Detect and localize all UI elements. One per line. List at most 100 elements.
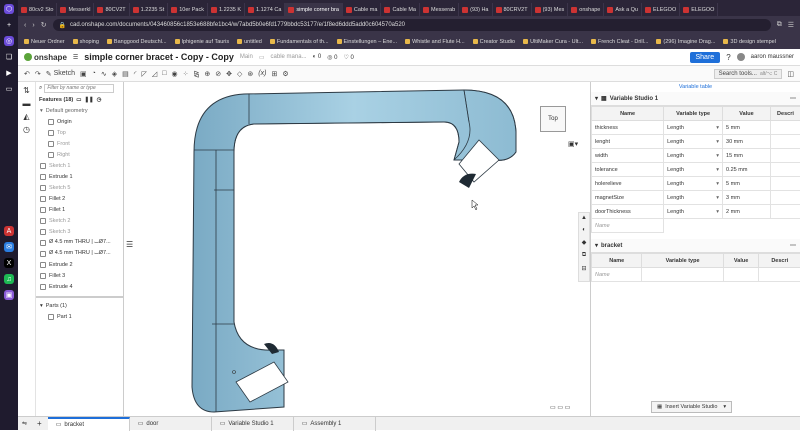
variable-value-cell[interactable]: 2 mm <box>723 205 771 219</box>
comments-count[interactable]: ◐ 0 <box>313 54 322 60</box>
feature-item[interactable]: Sketch 3 <box>36 226 123 237</box>
feature-item[interactable]: Fillet 3 <box>36 270 123 281</box>
add-tab-icon[interactable]: + <box>31 419 48 428</box>
variable-type-cell[interactable]: Length▾ <box>664 135 723 149</box>
bookmark-item[interactable]: Iphigenie auf Tauris <box>175 39 230 45</box>
more-options-icon[interactable]: ⋯ <box>790 242 796 249</box>
mirror-icon[interactable]: ⧎ <box>194 70 200 78</box>
variable-value-cell[interactable]: 0.25 mm <box>723 163 771 177</box>
browser-tab[interactable]: ELEGOO <box>642 3 680 16</box>
compass-icon[interactable]: ◎ <box>4 36 14 46</box>
bookmark-item[interactable]: UltiMaker Cura - Ult... <box>523 39 583 45</box>
document-tab[interactable]: ▭Variable Studio 1 <box>212 417 294 431</box>
material-icon[interactable]: ◐ <box>579 227 589 233</box>
browser-tab[interactable]: Ask a Qu <box>604 3 642 16</box>
transform-icon[interactable]: ✥ <box>226 70 232 78</box>
browser-tab[interactable]: 10er Pack <box>168 3 208 16</box>
hexagon-logo-icon[interactable]: ⬡ <box>4 4 14 14</box>
split-icon[interactable]: ⊘ <box>215 70 221 78</box>
comment-icon[interactable]: ▬ <box>18 99 35 108</box>
appearance-icon[interactable]: ▲ <box>579 215 589 221</box>
chevron-down-icon[interactable]: ▾ <box>716 139 719 145</box>
url-field[interactable]: 🔒 cad.onshape.com/documents/043460856c18… <box>53 19 771 31</box>
part-item[interactable]: Part 1 <box>36 311 123 322</box>
breadcrumb[interactable]: cable mana... <box>271 54 307 60</box>
browser-tab[interactable]: 80CRV2T <box>493 3 532 16</box>
column-header[interactable]: Descri <box>759 254 800 268</box>
table-row[interactable]: Name <box>592 219 800 233</box>
bookmark-item[interactable]: shoping <box>73 39 99 45</box>
sweep-icon[interactable]: ∿ <box>101 70 107 78</box>
mate-connector-icon[interactable]: ⊛ <box>247 70 253 78</box>
column-header[interactable]: Variable type <box>664 107 723 121</box>
table-row[interactable]: magnetSizeLength▾3 mm <box>592 191 800 205</box>
variable-icon[interactable]: (x) <box>258 70 266 77</box>
avatar[interactable] <box>737 53 745 61</box>
browser-tab[interactable]: 80CV2T <box>94 3 129 16</box>
variable-type-cell[interactable]: Length▾ <box>664 121 723 135</box>
bookmark-item[interactable]: (296) Imagine Drag... <box>656 39 715 45</box>
browser-tab[interactable]: onshape <box>568 3 604 16</box>
description-cell[interactable] <box>770 135 800 149</box>
variable-name-cell[interactable]: lenght <box>592 135 664 149</box>
description-cell[interactable] <box>770 205 800 219</box>
onshape-logo[interactable]: onshape <box>24 53 67 62</box>
browser-tab[interactable]: Messerkl <box>57 3 94 16</box>
measure-icon[interactable]: ⊞ <box>271 70 277 78</box>
gear-icon[interactable]: ⚙ <box>282 70 288 78</box>
feature-item[interactable]: Ø 4.5 mm THRU | ⌴Ø7... <box>36 248 123 259</box>
branch-label[interactable]: Main <box>240 54 253 60</box>
plane-icon[interactable]: ◇ <box>237 70 242 78</box>
variable-value-cell[interactable]: 30 mm <box>723 135 771 149</box>
browser-tab[interactable]: Cable Ma <box>381 3 420 16</box>
feature-item[interactable]: Extrude 2 <box>36 259 123 270</box>
bookmark-item[interactable]: 3D design stempel <box>723 39 776 45</box>
feature-item[interactable]: Origin <box>36 116 123 127</box>
table-row[interactable]: lenghtLength▾30 mm <box>592 135 800 149</box>
description-cell[interactable] <box>770 191 800 205</box>
document-tab[interactable]: ▭door <box>130 417 212 431</box>
chevron-down-icon[interactable]: ▾ <box>716 181 719 187</box>
feature-item[interactable]: Fillet 1 <box>36 204 123 215</box>
store-icon[interactable]: ▣ <box>4 290 14 300</box>
default-geometry-group[interactable]: ▾ Default geometry <box>36 105 123 116</box>
pattern-icon[interactable]: ⁘ <box>183 70 189 78</box>
feature-item[interactable]: Top <box>36 127 123 138</box>
table-row[interactable]: holerelieveLength▾5 mm <box>592 177 800 191</box>
description-cell[interactable] <box>770 163 800 177</box>
spotify-icon[interactable]: ♫ <box>4 274 14 284</box>
bookmark-item[interactable]: Whistle and Flute H... <box>405 39 465 45</box>
x-icon[interactable]: X <box>4 258 14 268</box>
bookmark-item[interactable]: Einstellungen – Ene... <box>337 39 398 45</box>
browser-tab[interactable]: 80cv2 Sto <box>18 3 57 16</box>
view-menu-icon[interactable]: ▣▾ <box>568 140 578 148</box>
document-tab[interactable]: ▭Assembly 1 <box>294 417 376 431</box>
help-icon[interactable]: ? <box>726 53 730 62</box>
feature-item[interactable]: Sketch 1 <box>36 160 123 171</box>
description-cell[interactable] <box>770 149 800 163</box>
variable-value-cell[interactable]: 3 mm <box>723 191 771 205</box>
search-tools-input[interactable]: Search tools... alt/⌥ C <box>714 69 783 79</box>
variable-value-cell[interactable]: 5 mm <box>723 177 771 191</box>
extrude-icon[interactable]: ▣ <box>80 70 87 78</box>
messenger-icon[interactable]: ✉ <box>4 242 14 252</box>
play-icon[interactable]: ▶ <box>4 68 14 78</box>
feature-item[interactable]: Extrude 4 <box>36 281 123 292</box>
chamfer-icon[interactable]: ◸ <box>142 70 147 78</box>
variable-name-cell[interactable]: tolerance <box>592 163 664 177</box>
browser-tab[interactable]: ELEGOO <box>680 3 718 16</box>
chevron-down-icon[interactable]: ▾ <box>716 153 719 159</box>
view-cube[interactable]: Top <box>540 106 566 132</box>
share-button[interactable]: Share <box>690 52 721 63</box>
column-header[interactable]: Value <box>723 254 759 268</box>
sketch-button[interactable]: ✎Sketch <box>46 70 75 78</box>
table-row[interactable]: doorThicknessLength▾2 mm <box>592 205 800 219</box>
name-cell-placeholder[interactable]: Name <box>592 219 664 233</box>
timer-icon[interactable]: ◷ <box>97 97 102 103</box>
extensions-icon[interactable]: ⧉ <box>777 21 782 29</box>
feature-item[interactable]: Extrude 1 <box>36 171 123 182</box>
tab-manager-icon[interactable]: ⇋ <box>18 420 31 427</box>
thicken-icon[interactable]: ▤ <box>122 70 129 78</box>
table-row[interactable]: toleranceLength▾0.25 mm <box>592 163 800 177</box>
browser-tab[interactable]: 1.2235 K <box>208 3 245 16</box>
